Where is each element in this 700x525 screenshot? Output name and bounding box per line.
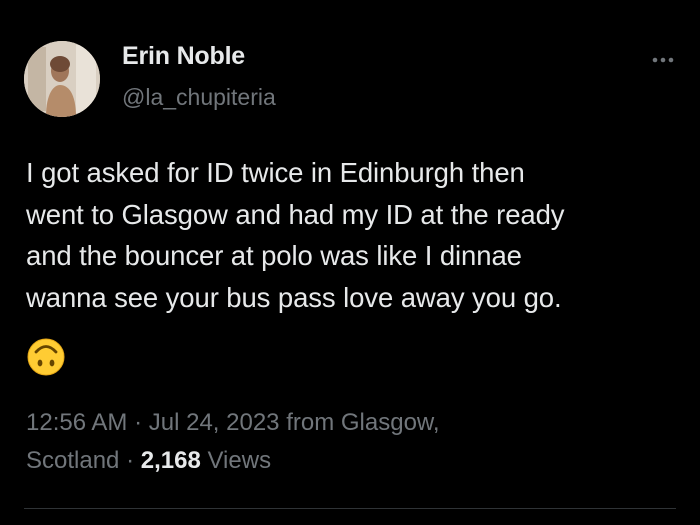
avatar-photo-icon: [24, 41, 100, 117]
views-count: 2,168: [140, 447, 201, 474]
from-label: from: [286, 409, 335, 436]
divider: [24, 508, 676, 509]
views-label: Views: [207, 447, 272, 474]
meta-separator-2: ·: [126, 447, 135, 474]
location-line2[interactable]: Scotland: [26, 447, 119, 474]
upside-down-face-emoji-icon: [26, 337, 66, 377]
tweet-date[interactable]: Jul 24, 2023: [149, 409, 280, 436]
location-line1[interactable]: Glasgow,: [341, 409, 440, 436]
meta-separator: ·: [134, 409, 143, 436]
author-display-name[interactable]: Erin Noble: [122, 42, 245, 71]
tweet-time[interactable]: 12:56 AM: [26, 409, 127, 436]
tweet-text: I got asked for ID twice in Edinburgh th…: [26, 157, 565, 313]
more-options-icon[interactable]: [648, 52, 678, 68]
tweet-meta: 12:56 AM · Jul 24, 2023 from Glasgow, Sc…: [26, 404, 586, 480]
author-handle[interactable]: @la_chupiteria: [122, 84, 276, 111]
avatar[interactable]: [24, 41, 100, 117]
tweet-card: Erin Noble @la_chupiteria I got asked fo…: [0, 0, 700, 525]
